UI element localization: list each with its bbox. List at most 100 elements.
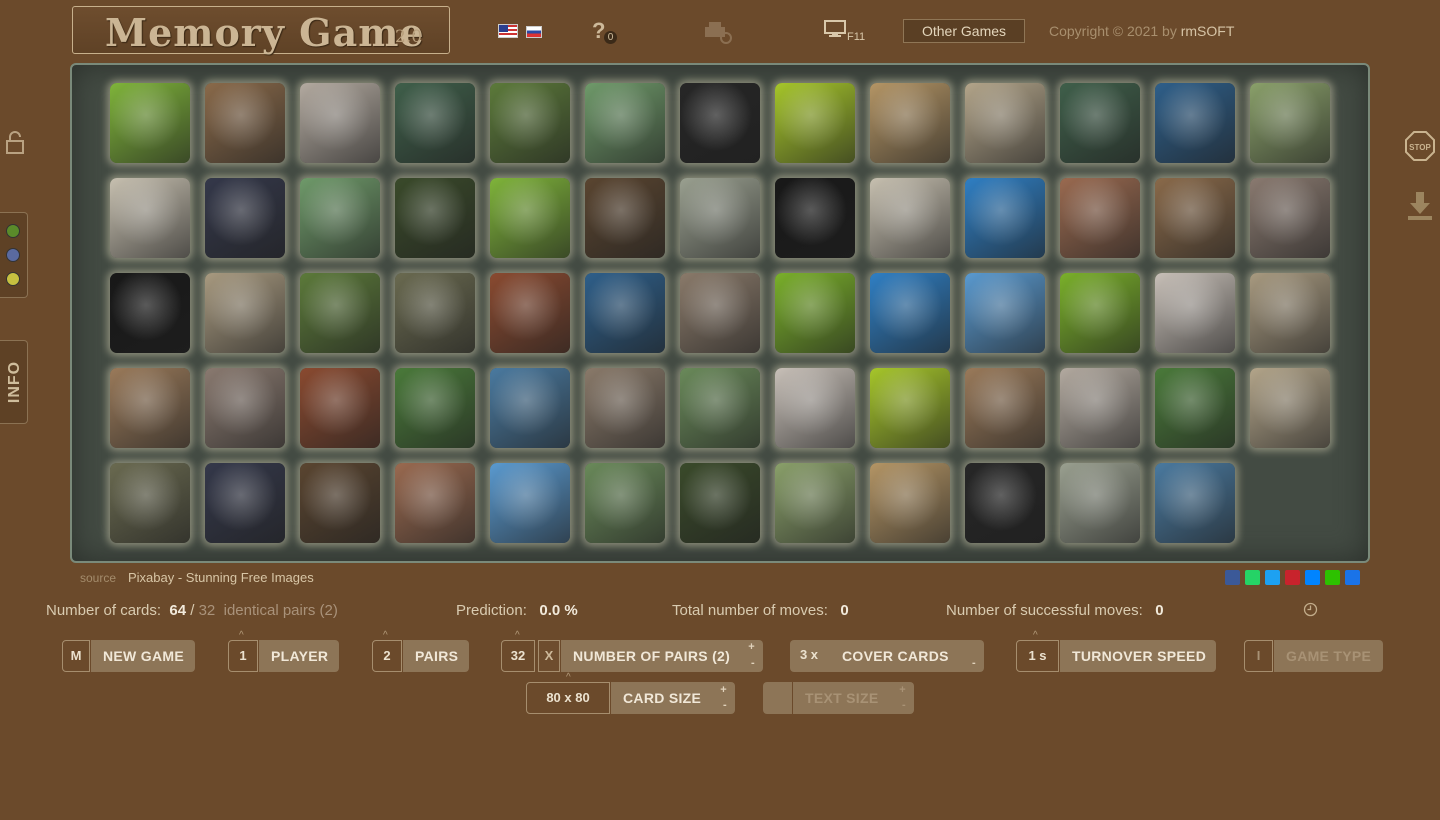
card-squirrel[interactable]	[110, 368, 190, 448]
card-mantis[interactable]	[965, 273, 1045, 353]
help-icon[interactable]: ?	[592, 18, 605, 44]
card-turtle[interactable]	[300, 178, 380, 258]
card-ant[interactable]	[775, 83, 855, 163]
wechat-icon[interactable]	[1325, 570, 1340, 585]
card-bat[interactable]	[300, 273, 380, 353]
card-prairie-dog[interactable]	[205, 273, 285, 353]
card-snail[interactable]	[775, 273, 855, 353]
new-game-button[interactable]: NEW GAME	[91, 640, 195, 672]
player-button[interactable]: PLAYER	[259, 640, 339, 672]
number-of-pairs-decrease[interactable]: -	[751, 658, 755, 669]
card-elephant[interactable]	[1250, 368, 1330, 448]
card-tiger[interactable]	[680, 463, 760, 543]
pairs-control[interactable]: ^ 2 PAIRS	[372, 630, 469, 672]
player-control[interactable]: ^ 1 PLAYER	[228, 630, 339, 672]
card-fly[interactable]	[585, 463, 665, 543]
card-cat[interactable]	[585, 368, 665, 448]
card-size-value[interactable]: 80 x 80	[526, 682, 610, 714]
card-pig[interactable]	[395, 463, 475, 543]
card-pig[interactable]	[1060, 178, 1140, 258]
card-chimpanzee[interactable]	[680, 83, 760, 163]
card-owl[interactable]	[300, 463, 380, 543]
card-frog[interactable]	[205, 178, 285, 258]
messenger-icon[interactable]	[1305, 570, 1320, 585]
card-lynx[interactable]	[205, 83, 285, 163]
card-size-button[interactable]: CARD SIZE + -	[611, 682, 735, 714]
source-link[interactable]: Pixabay - Stunning Free Images	[128, 570, 314, 585]
card-mantis[interactable]	[490, 463, 570, 543]
whatsapp-icon[interactable]	[1245, 570, 1260, 585]
card-chimpanzee[interactable]	[965, 463, 1045, 543]
card-duck[interactable]	[1155, 463, 1235, 543]
number-of-pairs-x[interactable]: X	[538, 640, 560, 672]
player-value[interactable]: 1	[228, 640, 258, 672]
card-stork[interactable]	[775, 463, 855, 543]
card-owl[interactable]	[585, 178, 665, 258]
cover-cards-decrease[interactable]: -	[972, 658, 976, 669]
card-elephant[interactable]	[965, 83, 1045, 163]
card-peacock[interactable]	[395, 83, 475, 163]
card-turtle[interactable]	[585, 83, 665, 163]
card-cat[interactable]	[680, 273, 760, 353]
card-size-control[interactable]: ^ 80 x 80 CARD SIZE + -	[526, 672, 735, 714]
card-squirrel[interactable]	[965, 368, 1045, 448]
card-pigeon[interactable]	[1250, 178, 1330, 258]
cover-cards-value[interactable]: 3 x	[790, 640, 828, 672]
twitter-icon[interactable]	[1265, 570, 1280, 585]
card-spoonbill[interactable]	[395, 368, 475, 448]
card-ladybug[interactable]	[300, 83, 380, 163]
fullscreen-icon[interactable]	[824, 20, 846, 37]
new-game-control[interactable]: M NEW GAME	[62, 640, 195, 672]
turnover-speed-control[interactable]: ^ 1 s TURNOVER SPEED	[1016, 630, 1216, 672]
card-turkey[interactable]	[1060, 463, 1140, 543]
number-of-pairs-control[interactable]: ^ 32 X NUMBER OF PAIRS (2) + -	[501, 630, 763, 672]
card-hedgehog[interactable]	[1155, 273, 1235, 353]
print-icon[interactable]	[702, 20, 732, 44]
number-of-pairs-value[interactable]: 32	[501, 640, 535, 672]
english-flag-icon[interactable]	[498, 24, 518, 38]
card-hedgehog[interactable]	[775, 368, 855, 448]
card-dolphin[interactable]	[870, 273, 950, 353]
card-fly[interactable]	[680, 368, 760, 448]
card-bat[interactable]	[490, 83, 570, 163]
lock-icon[interactable]	[5, 130, 25, 156]
copyright-owner[interactable]: rmSOFT	[1181, 23, 1235, 39]
card-size-decrease[interactable]: -	[723, 700, 727, 711]
pinterest-icon[interactable]	[1285, 570, 1300, 585]
download-icon[interactable]	[1405, 190, 1435, 222]
card-ant[interactable]	[870, 368, 950, 448]
yellow-theme-button[interactable]	[6, 272, 20, 286]
card-lizard[interactable]	[870, 463, 950, 543]
card-swan[interactable]	[870, 178, 950, 258]
card-eagle[interactable]	[775, 178, 855, 258]
new-game-key[interactable]: M	[62, 640, 90, 672]
cover-cards-control[interactable]: 3 x COVER CARDS -	[790, 640, 984, 672]
card-spoonbill[interactable]	[1155, 368, 1235, 448]
blue-theme-button[interactable]	[6, 248, 20, 262]
card-turkey[interactable]	[680, 178, 760, 258]
card-hen[interactable]	[300, 368, 380, 448]
card-parrot[interactable]	[585, 273, 665, 353]
card-swan[interactable]	[110, 178, 190, 258]
card-snail[interactable]	[1060, 273, 1140, 353]
card-lynx[interactable]	[1155, 178, 1235, 258]
facebook-icon[interactable]	[1225, 570, 1240, 585]
card-ladybug[interactable]	[1060, 368, 1140, 448]
pairs-button[interactable]: PAIRS	[403, 640, 469, 672]
info-tab[interactable]: INFO	[0, 340, 28, 424]
card-lizard[interactable]	[870, 83, 950, 163]
card-duck[interactable]	[490, 368, 570, 448]
card-size-increase[interactable]: +	[720, 685, 727, 696]
turnover-speed-button[interactable]: TURNOVER SPEED	[1060, 640, 1216, 672]
card-deer[interactable]	[110, 463, 190, 543]
card-wasp[interactable]	[110, 83, 190, 163]
number-of-pairs-button[interactable]: NUMBER OF PAIRS (2) + -	[561, 640, 763, 672]
green-theme-button[interactable]	[6, 224, 20, 238]
turnover-speed-value[interactable]: 1 s	[1016, 640, 1059, 672]
card-deer[interactable]	[395, 273, 475, 353]
stop-icon[interactable]: STOP	[1405, 131, 1435, 161]
card-peacock[interactable]	[1060, 83, 1140, 163]
card-eagle[interactable]	[110, 273, 190, 353]
card-frog[interactable]	[205, 463, 285, 543]
card-pigeon[interactable]	[205, 368, 285, 448]
